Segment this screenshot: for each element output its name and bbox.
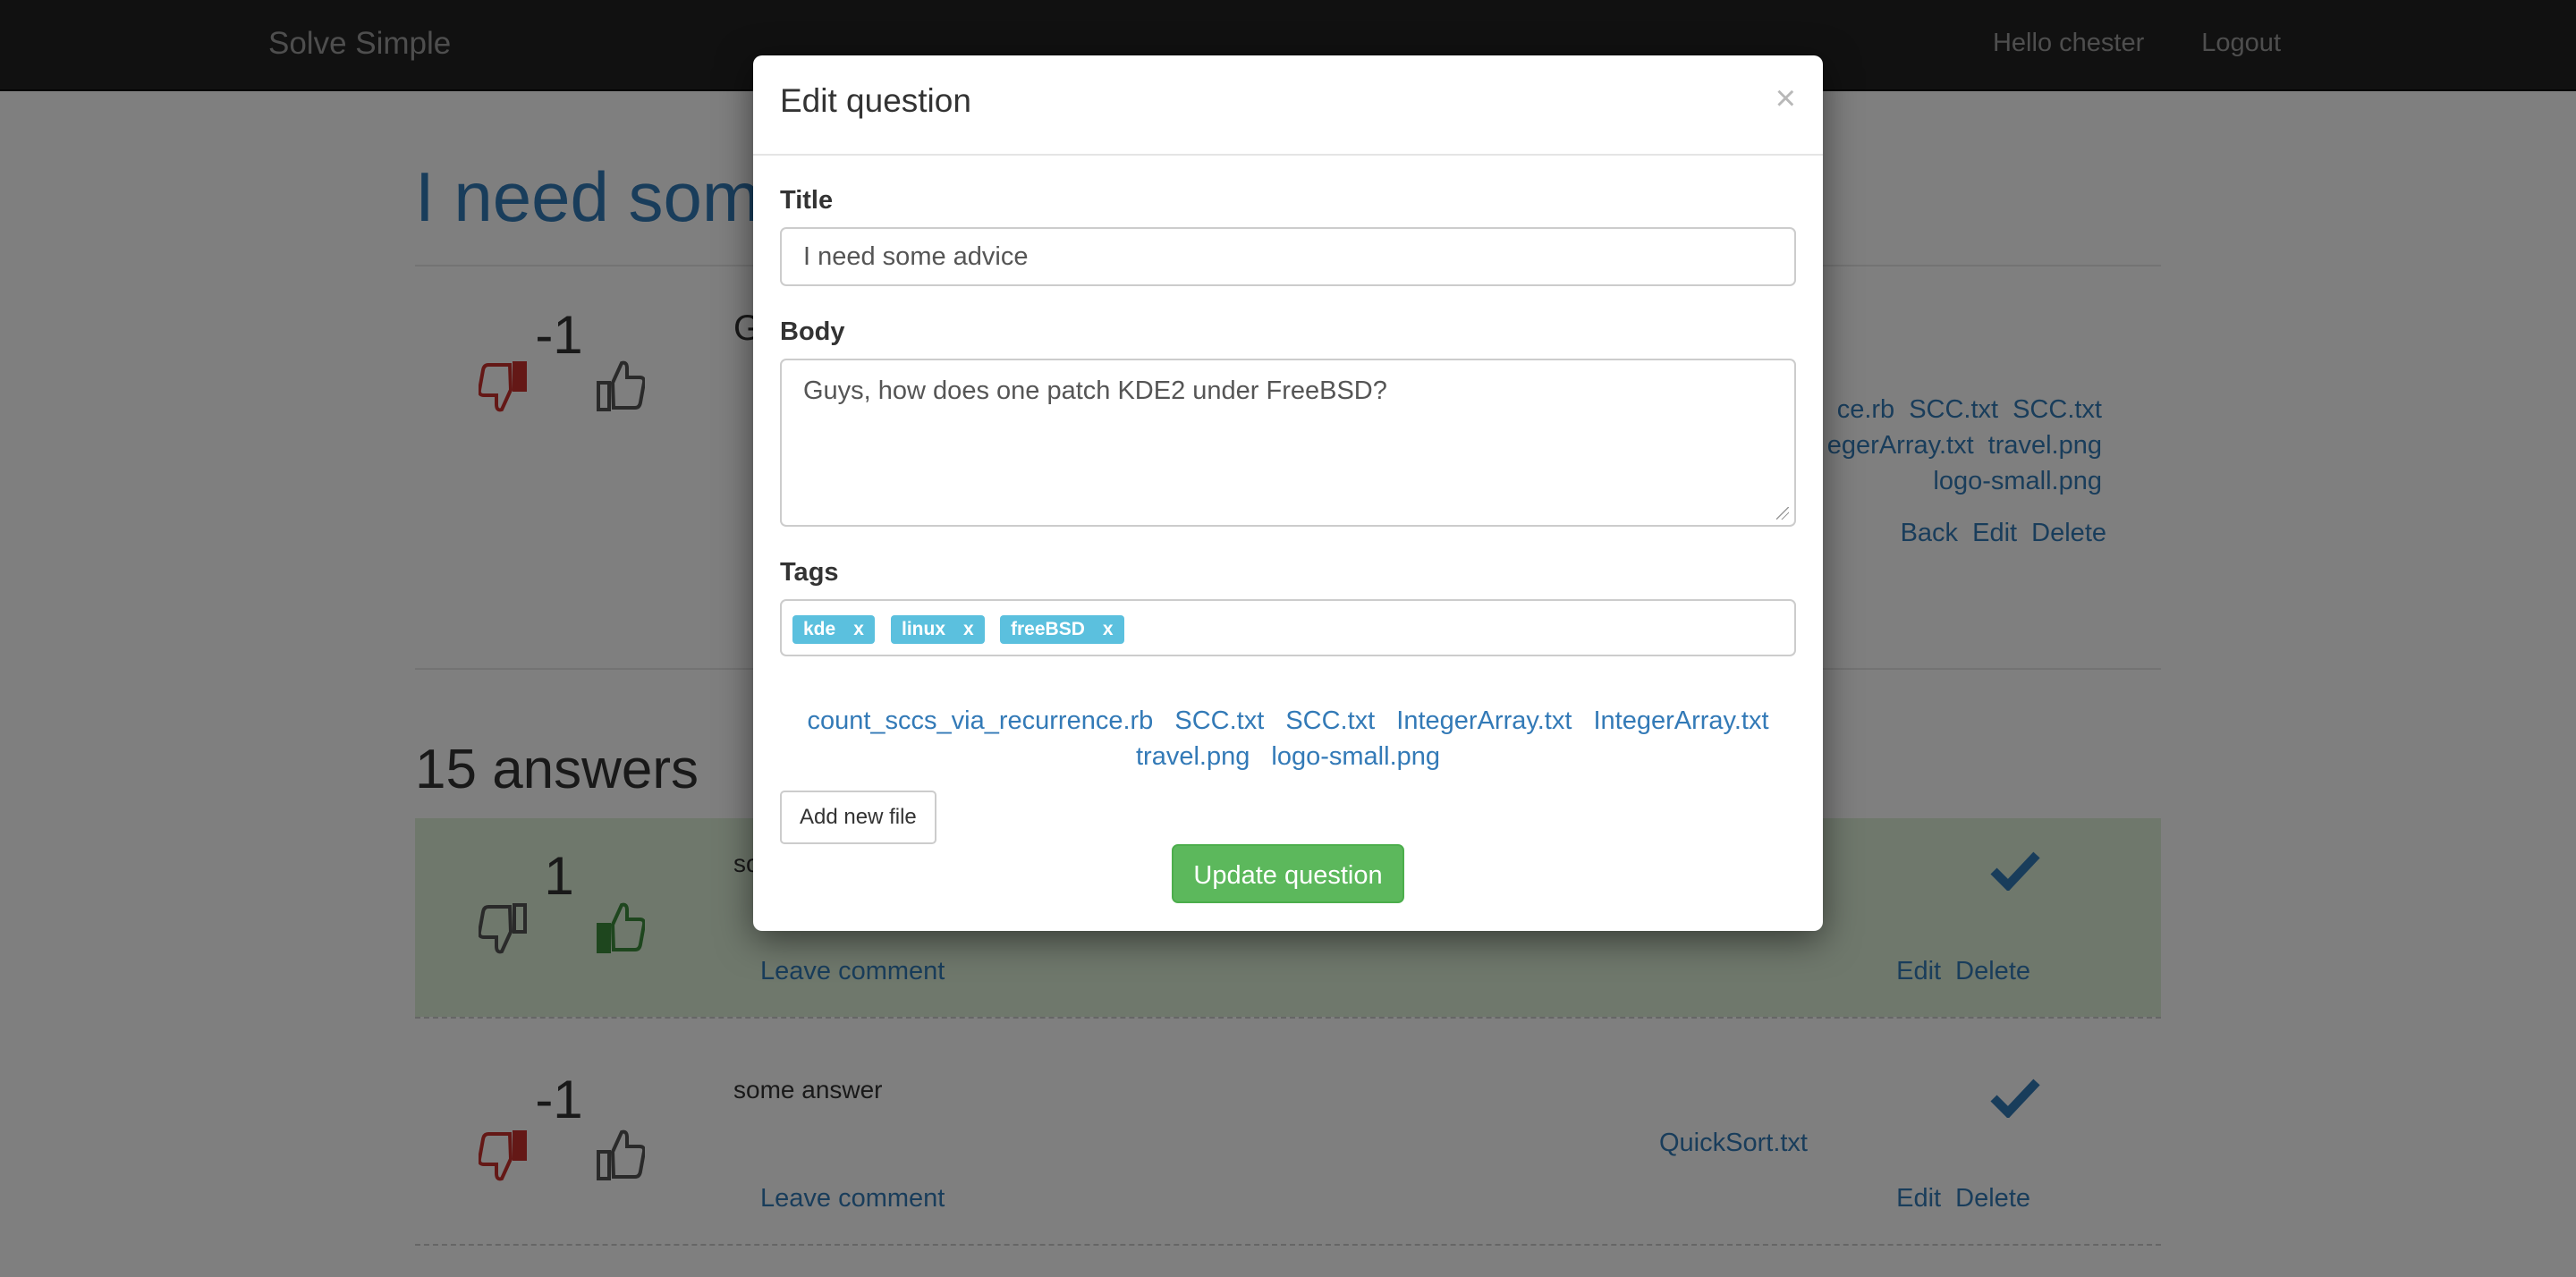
modal-title: Edit question <box>780 82 971 119</box>
file-link[interactable]: logo-small.png <box>1271 742 1440 771</box>
attached-files: count_sccs_via_recurrence.rb SCC.txt SCC… <box>780 703 1796 774</box>
body-textarea[interactable]: Guys, how does one patch KDE2 under Free… <box>780 359 1796 527</box>
file-link[interactable]: count_sccs_via_recurrence.rb <box>807 706 1153 735</box>
file-link[interactable]: SCC.txt <box>1174 706 1264 735</box>
body-label: Body <box>780 317 845 346</box>
tag-chip: linux x <box>891 615 985 644</box>
tag-chip: kde x <box>792 615 875 644</box>
title-input[interactable]: I need some advice <box>780 227 1796 286</box>
file-link[interactable]: IntegerArray.txt <box>1593 706 1768 735</box>
tag-label: freeBSD <box>1011 619 1085 639</box>
body-text: Guys, how does one patch KDE2 under Free… <box>803 376 1387 405</box>
file-link[interactable]: SCC.txt <box>1285 706 1375 735</box>
title-label: Title <box>780 186 834 215</box>
close-icon[interactable]: × <box>1775 79 1796 119</box>
tag-remove-icon[interactable]: x <box>1103 619 1114 639</box>
tag-remove-icon[interactable]: x <box>963 619 974 639</box>
tag-chip: freeBSD x <box>1000 615 1124 644</box>
tag-label: linux <box>902 619 946 639</box>
modal-header: Edit question × <box>753 55 1823 156</box>
add-file-button[interactable]: Add new file <box>780 791 936 844</box>
tag-remove-icon[interactable]: x <box>853 619 864 639</box>
resize-handle[interactable] <box>1776 507 1789 520</box>
update-question-button[interactable]: Update question <box>1172 844 1404 903</box>
file-link[interactable]: IntegerArray.txt <box>1396 706 1572 735</box>
edit-question-modal: Edit question × Title I need some advice… <box>753 55 1823 931</box>
tags-label: Tags <box>780 558 839 587</box>
file-link[interactable]: travel.png <box>1136 742 1250 771</box>
tag-label: kde <box>803 619 836 639</box>
tags-input[interactable]: kde x linux x freeBSD x <box>780 599 1796 656</box>
